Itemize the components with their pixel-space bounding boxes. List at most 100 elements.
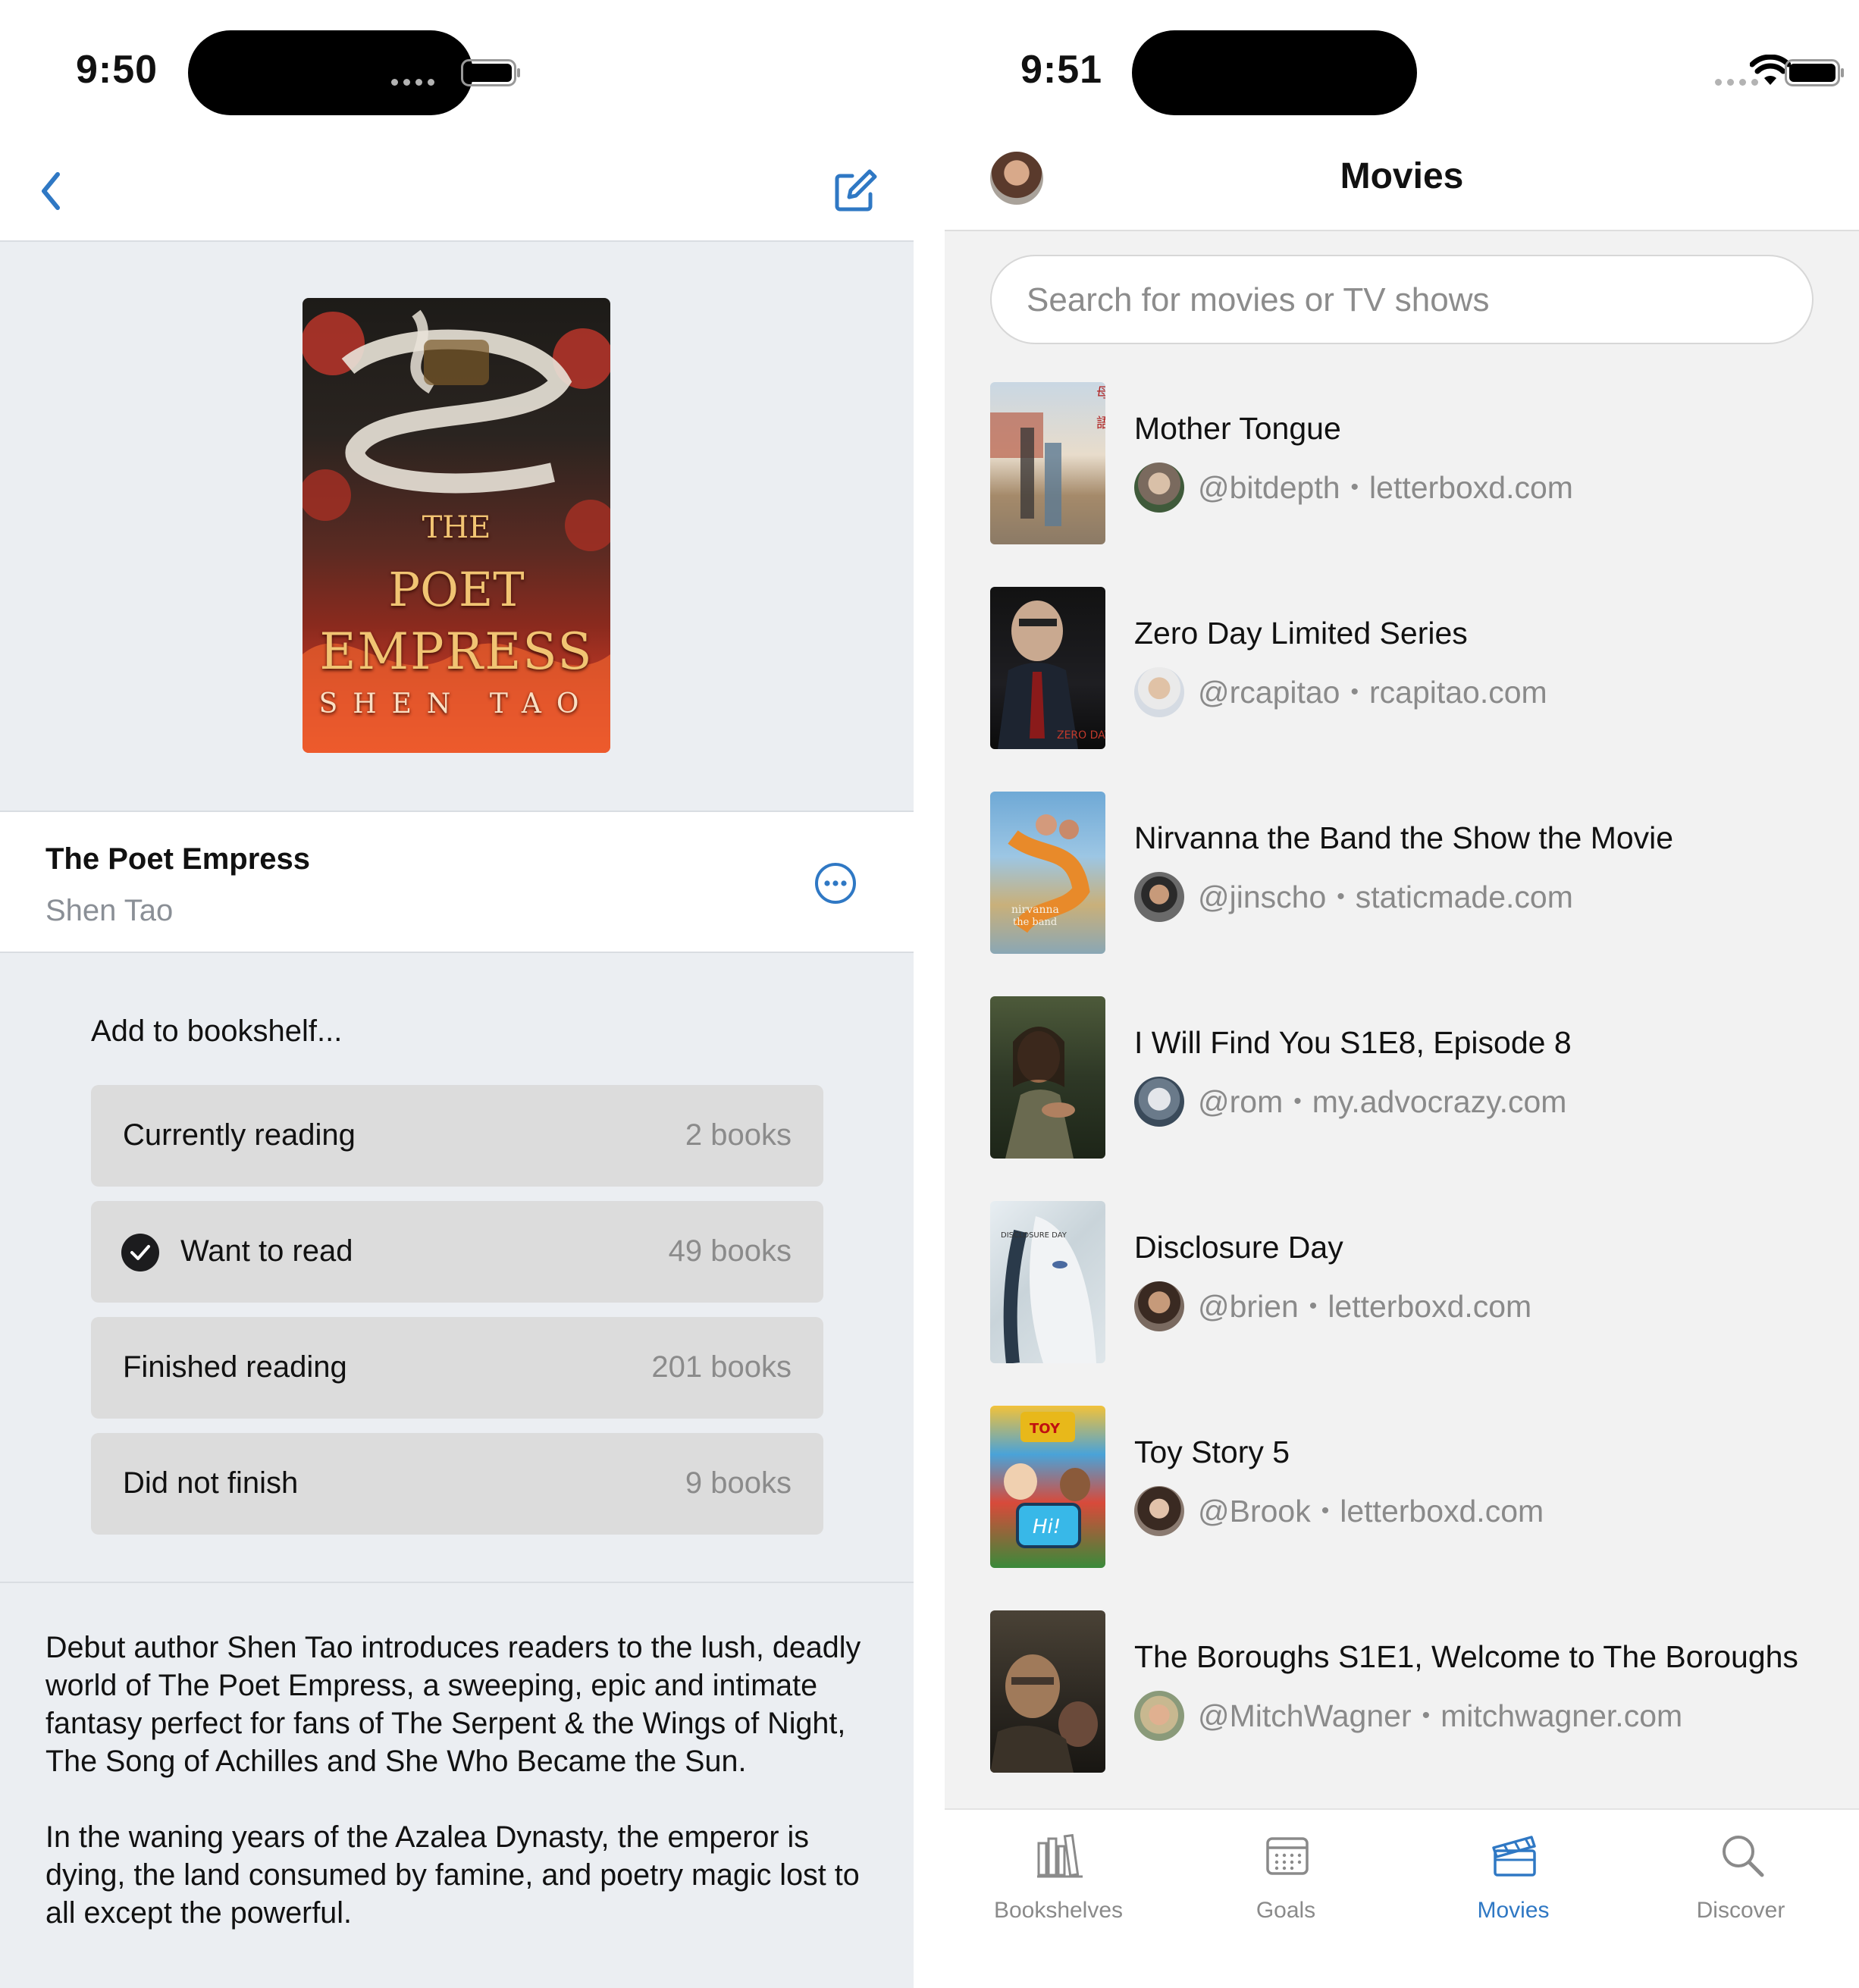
tab-label: Goals — [1256, 1898, 1316, 1923]
shelf-count: 9 books — [685, 1466, 792, 1500]
movie-row[interactable]: ZERO DAY Zero Day Limited Series @rcapit… — [990, 587, 1839, 749]
page-title: Movies — [1340, 156, 1464, 196]
tab-label: Movies — [1477, 1898, 1550, 1923]
book-cover[interactable]: THE POET EMPRESS SHEN TAO — [303, 298, 610, 753]
user-avatar[interactable] — [1134, 1691, 1184, 1741]
status-bar: 9:50 — [0, 0, 914, 241]
movie-title: The Boroughs S1E1, Welcome to The Boroug… — [1134, 1639, 1798, 1674]
user-avatar[interactable] — [1134, 463, 1184, 513]
chevron-left-icon[interactable] — [36, 168, 67, 214]
shelf-label: Currently reading — [123, 1118, 356, 1152]
user-handle[interactable]: @rom — [1198, 1084, 1283, 1120]
post-attribution: @jinscho • staticmade.com — [1134, 872, 1573, 922]
bookshelf-heading: Add to bookshelf... — [91, 1014, 343, 1048]
movie-title: Mother Tongue — [1134, 411, 1341, 446]
post-attribution: @MitchWagner • mitchwagner.com — [1134, 1691, 1682, 1741]
user-site[interactable]: mitchwagner.com — [1440, 1698, 1682, 1734]
search-bar[interactable] — [990, 255, 1814, 344]
user-handle[interactable]: @brien — [1198, 1289, 1299, 1325]
search-input[interactable] — [1025, 273, 1786, 328]
movie-poster — [990, 1610, 1105, 1773]
cover-text-author: SHEN TAO — [318, 688, 594, 720]
separator-dot: • — [1293, 1089, 1302, 1114]
movie-title: Zero Day Limited Series — [1134, 616, 1468, 651]
movie-title: Nirvanna the Band the Show the Movie — [1134, 820, 1674, 855]
movie-title: Disclosure Day — [1134, 1230, 1343, 1265]
user-handle[interactable]: @rcapitao — [1198, 675, 1340, 710]
svg-text:the band: the band — [1013, 917, 1057, 928]
description-paragraph: Debut author Shen Tao introduces readers… — [45, 1631, 861, 1778]
shelf-label: Finished reading — [123, 1350, 347, 1384]
tab-goals[interactable]: Goals — [1172, 1810, 1400, 1988]
user-avatar[interactable] — [1134, 1281, 1184, 1331]
user-site[interactable]: letterboxd.com — [1328, 1289, 1531, 1325]
user-handle[interactable]: @Brook — [1198, 1494, 1311, 1529]
user-avatar[interactable] — [1134, 667, 1184, 717]
user-handle[interactable]: @MitchWagner — [1198, 1698, 1412, 1734]
status-time: 9:50 — [76, 48, 158, 92]
description-paragraph: In the waning years of the Azalea Dynast… — [45, 1820, 860, 1930]
post-attribution: @Brook • letterboxd.com — [1134, 1486, 1544, 1536]
movie-poster: TOY Hi! — [990, 1406, 1105, 1568]
separator-dot: • — [1350, 679, 1359, 704]
user-site[interactable]: letterboxd.com — [1340, 1494, 1544, 1529]
compose-icon[interactable] — [832, 168, 878, 214]
user-handle[interactable]: @bitdepth — [1198, 470, 1340, 506]
tab-discover[interactable]: Discover — [1627, 1810, 1854, 1988]
status-bar: 9:51 Movies — [945, 0, 1859, 230]
user-handle[interactable]: @jinscho — [1198, 880, 1326, 915]
user-avatar[interactable] — [1134, 1486, 1184, 1536]
shelf-currently-reading[interactable]: Currently reading 2 books — [91, 1085, 823, 1187]
cover-text-empress: EMPRESS — [319, 622, 594, 681]
movie-row[interactable]: nirvanna the band Nirvanna the Band the … — [990, 792, 1839, 954]
user-site[interactable]: my.advocrazy.com — [1312, 1084, 1567, 1120]
nav-divider — [945, 230, 1859, 231]
user-avatar[interactable] — [1134, 1077, 1184, 1127]
separator-dot: • — [1422, 1703, 1431, 1728]
status-time: 9:51 — [1020, 48, 1103, 92]
movie-poster: DISCLOSURE DAY — [990, 1201, 1105, 1363]
ellipsis-circle-icon[interactable] — [814, 862, 857, 905]
shelf-finished-reading[interactable]: Finished reading 201 books — [91, 1317, 823, 1419]
svg-text:DISCLOSURE DAY: DISCLOSURE DAY — [1001, 1231, 1067, 1240]
book-title: The Poet Empress — [45, 842, 311, 876]
book-description: Debut author Shen Tao introduces readers… — [45, 1629, 872, 1970]
movie-poster: 母 語 — [990, 382, 1105, 544]
svg-text:語: 語 — [1096, 415, 1105, 431]
movie-poster — [990, 996, 1105, 1159]
user-site[interactable]: letterboxd.com — [1369, 470, 1573, 506]
movie-row[interactable]: The Boroughs S1E1, Welcome to The Boroug… — [990, 1610, 1839, 1773]
tab-bookshelves[interactable]: Bookshelves — [945, 1810, 1172, 1988]
battery-icon — [461, 59, 520, 86]
book-detail-screen: 9:50 THE POET EMPRESS SHEN TAO The Poet … — [0, 0, 914, 1988]
tab-movies[interactable]: Movies — [1400, 1810, 1627, 1988]
user-site[interactable]: rcapitao.com — [1369, 675, 1547, 710]
movie-row[interactable]: I Will Find You S1E8, Episode 8 @rom • m… — [990, 996, 1839, 1159]
movie-row[interactable]: TOY Hi! Toy Story 5 @Brook • letterboxd.… — [990, 1406, 1839, 1568]
movie-title: I Will Find You S1E8, Episode 8 — [1134, 1025, 1572, 1060]
clapperboard-icon — [1492, 1836, 1536, 1877]
cover-text-poet: POET — [388, 562, 525, 617]
separator-dot: • — [1337, 884, 1345, 909]
book-title-card: The Poet Empress Shen Tao — [0, 811, 914, 953]
shelf-want-to-read[interactable]: Want to read 49 books — [91, 1201, 823, 1303]
post-attribution: @brien • letterboxd.com — [1134, 1281, 1531, 1331]
dynamic-island — [1132, 30, 1417, 115]
cover-text-the: THE — [422, 510, 491, 545]
movie-poster: ZERO DAY — [990, 587, 1105, 749]
tab-label: Discover — [1696, 1898, 1785, 1923]
post-attribution: @rom • my.advocrazy.com — [1134, 1077, 1566, 1127]
movie-poster: nirvanna the band — [990, 792, 1105, 954]
movie-row[interactable]: DISCLOSURE DAY Disclosure Day @brien • l… — [990, 1201, 1839, 1363]
user-avatar[interactable] — [1134, 872, 1184, 922]
shelf-count: 201 books — [651, 1350, 792, 1384]
checkmark-circle-icon — [121, 1234, 159, 1272]
shelf-label: Want to read — [180, 1234, 353, 1268]
user-site[interactable]: staticmade.com — [1356, 880, 1573, 915]
shelf-did-not-finish[interactable]: Did not finish 9 books — [91, 1433, 823, 1535]
shelf-count: 2 books — [685, 1118, 792, 1152]
tab-bar: Bookshelves Goals Movies Discover — [945, 1808, 1859, 1988]
svg-text:Hi!: Hi! — [1033, 1516, 1061, 1538]
svg-text:nirvanna: nirvanna — [1011, 904, 1059, 916]
movie-row[interactable]: 母 語 Mother Tongue @bitdepth • letterboxd… — [990, 382, 1839, 544]
